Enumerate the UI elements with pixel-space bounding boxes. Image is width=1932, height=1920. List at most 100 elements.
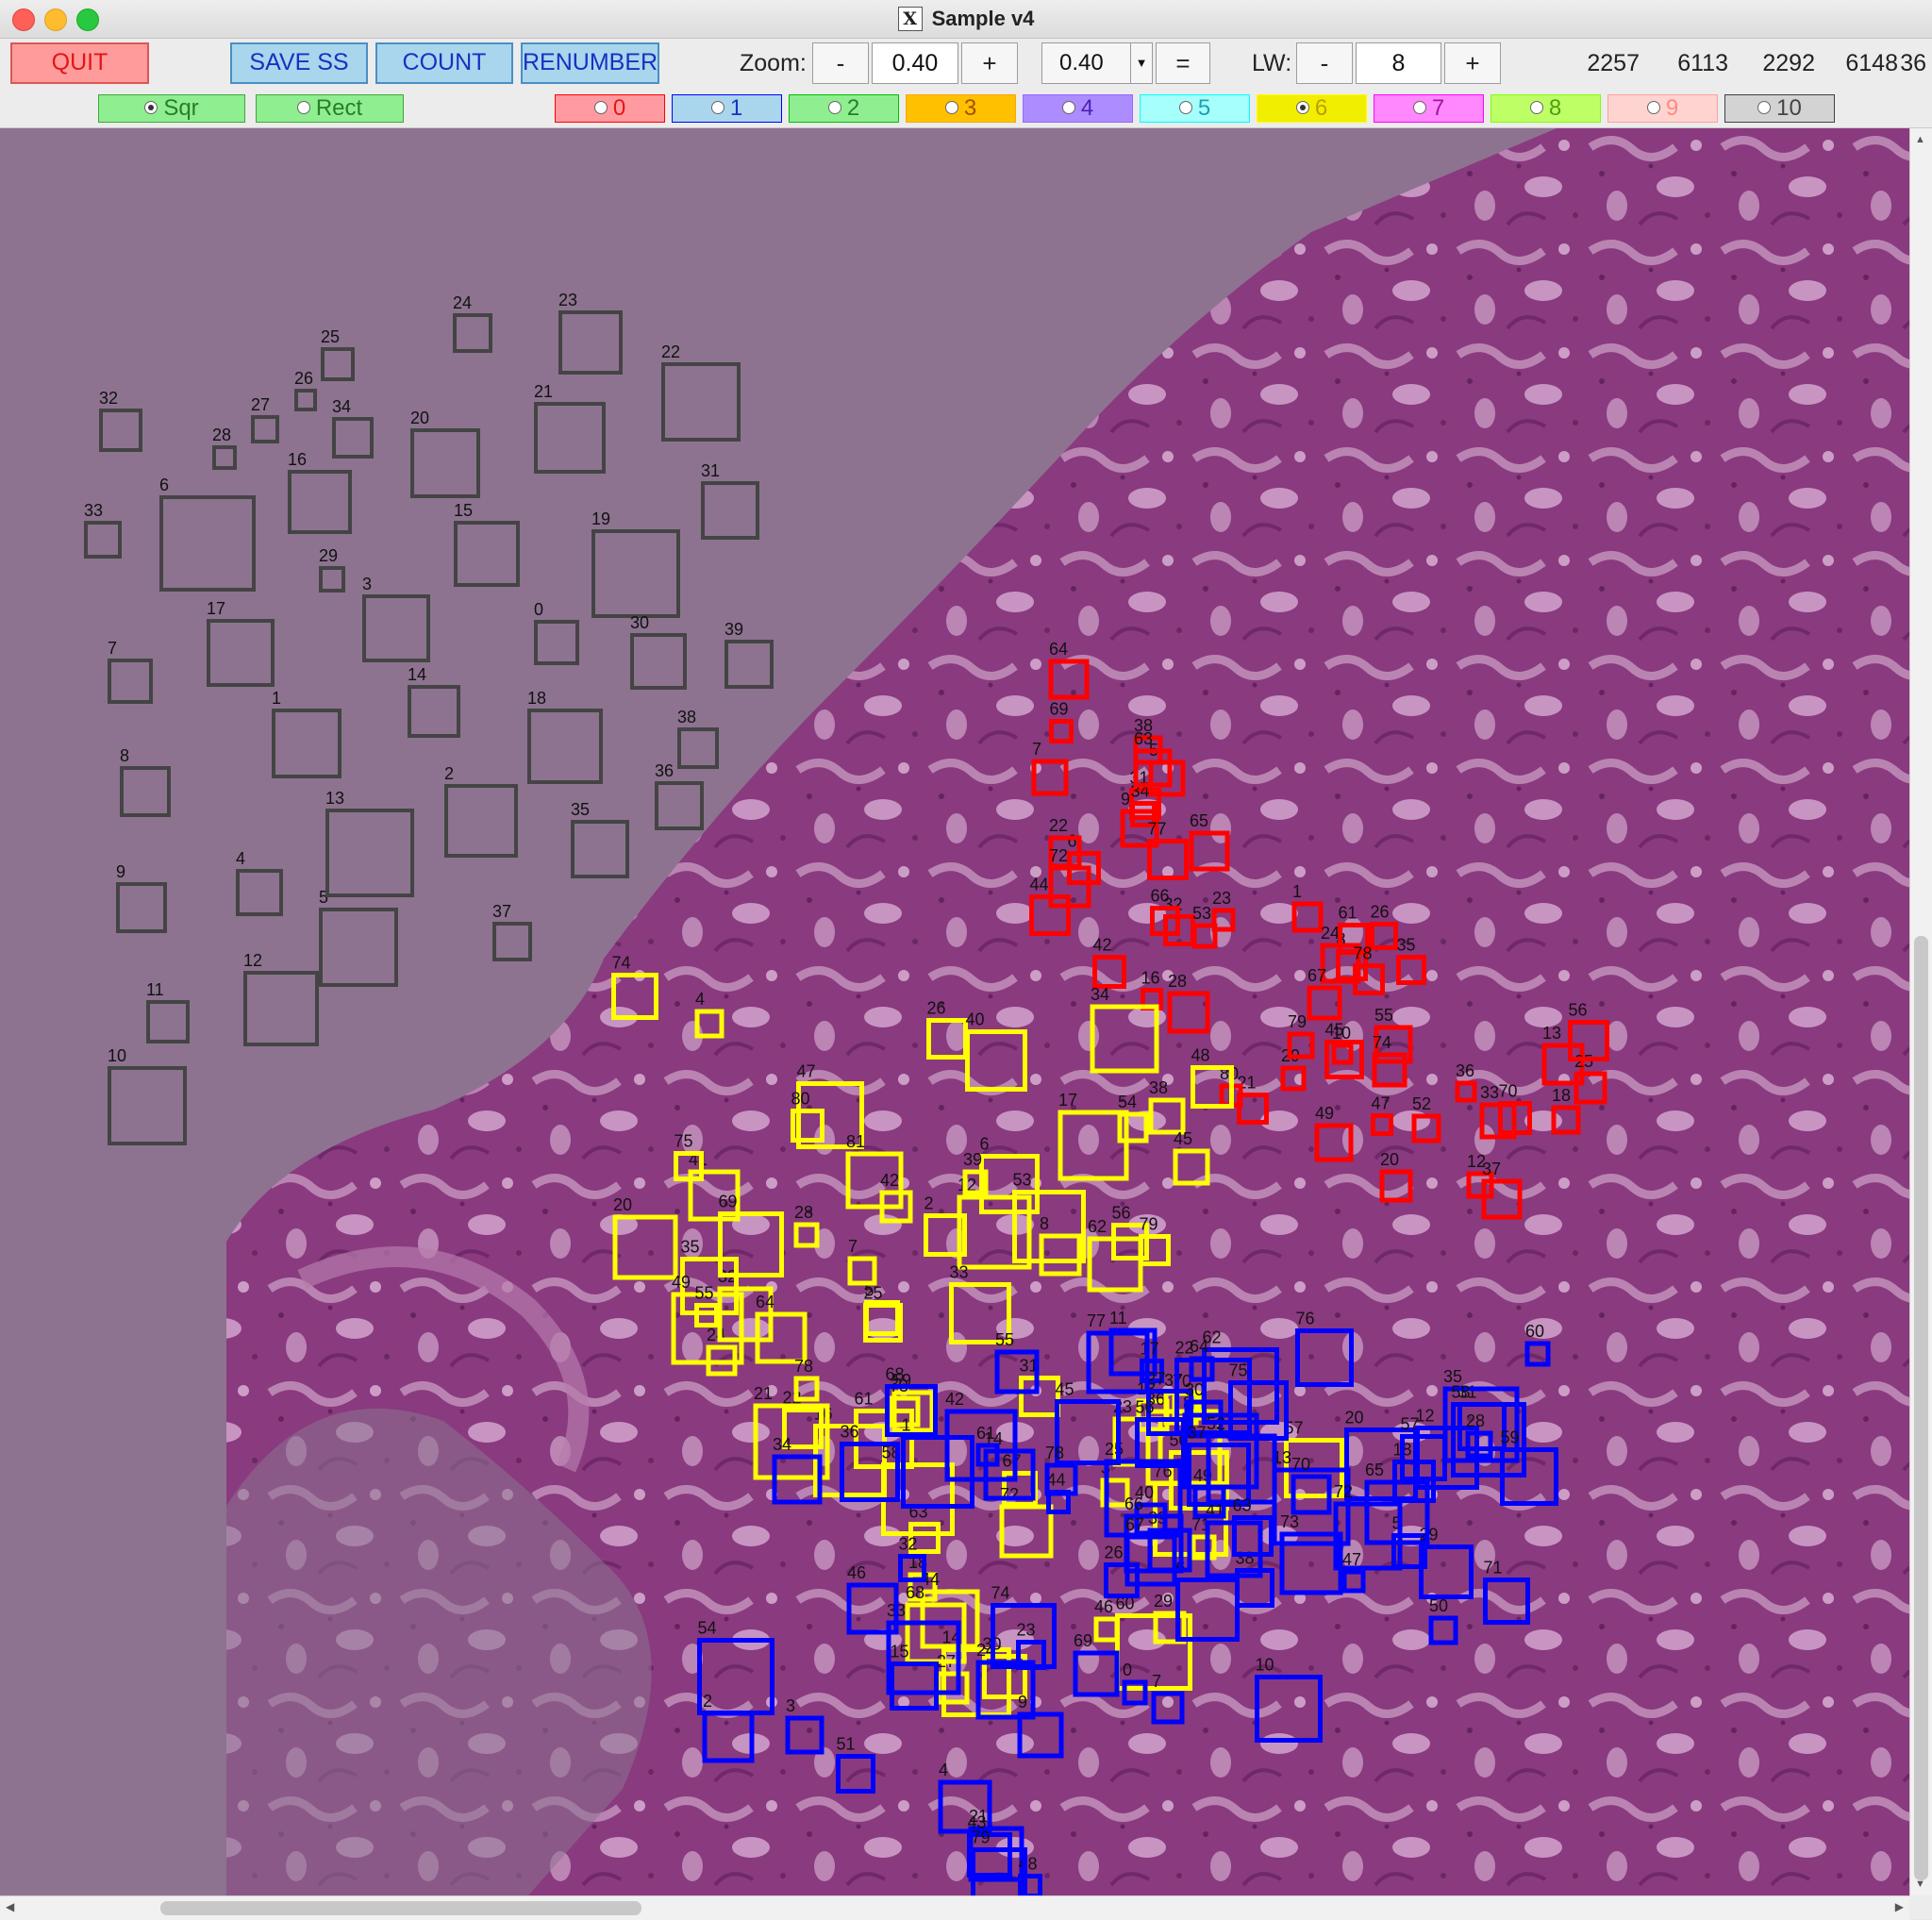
scroll-down-arrow-icon[interactable]: ▼ — [1915, 1878, 1925, 1890]
annotation-box-label: 17 — [207, 599, 225, 618]
annotation-box-label: 1 — [1292, 882, 1302, 901]
annotation-box-label: 44 — [1030, 876, 1049, 894]
annotation-box-label: 67 — [1125, 1515, 1144, 1534]
class-radio-8[interactable]: 8 — [1491, 94, 1601, 123]
class-radio-label: 9 — [1665, 95, 1679, 121]
annotation-box-label: 37 — [1482, 1160, 1501, 1178]
box-size-readout: 36 — [1900, 50, 1926, 76]
image-canvas[interactable]: 0 1 2 3 4 5 6 7 8 9 10 11 12 13 14 15 16 17 18 19 20 21 22 23 24… — [0, 128, 1909, 1895]
shape-radio-label: Sqr — [163, 95, 199, 121]
title-bar: X Sample v4 — [0, 0, 1932, 39]
annotation-box-label: 7 — [848, 1237, 858, 1256]
annotation-box-label: 50 — [1429, 1596, 1448, 1615]
chevron-down-icon[interactable]: ▼ — [1130, 43, 1152, 83]
radio-indicator-icon — [144, 101, 158, 114]
annotation-box-label: 20 — [613, 1195, 632, 1214]
annotation-box-label: 71 — [1484, 1559, 1503, 1578]
annotation-box-label: 11 — [146, 980, 164, 999]
class-radio-5[interactable]: 5 — [1140, 94, 1250, 123]
class-radio-3[interactable]: 3 — [906, 94, 1016, 123]
annotation-box-label: 63 — [1134, 729, 1153, 748]
annotation-box-label: 36 — [841, 1423, 859, 1442]
class-radio-7[interactable]: 7 — [1374, 94, 1484, 123]
radio-indicator-icon — [1061, 101, 1075, 114]
quit-button[interactable]: QUIT — [10, 42, 149, 84]
vertical-scroll-thumb[interactable] — [1914, 936, 1928, 1880]
scroll-left-arrow-icon[interactable]: ◀ — [6, 1900, 14, 1913]
class-radio-1[interactable]: 1 — [672, 94, 782, 123]
vertical-scrollbar[interactable]: ▲ ▼ — [1909, 128, 1932, 1895]
class-radio-4[interactable]: 4 — [1023, 94, 1133, 123]
toolbar: QUIT SAVE SS COUNT RENUMBER Zoom: - 0.40… — [0, 39, 1932, 128]
annotation-box-label: 23 — [1017, 1621, 1036, 1640]
annotation-box-label: 4 — [939, 1761, 948, 1779]
lw-plus-button[interactable]: + — [1444, 42, 1501, 84]
title-group: X Sample v4 — [0, 0, 1932, 38]
annotation-box-label: 34 — [332, 397, 351, 416]
annotation-box-label: 1 — [902, 1416, 911, 1435]
annotation-svg[interactable]: 0123456789101112131415161718192021222324… — [0, 128, 1909, 1895]
annotation-box-label: 76 — [1296, 1310, 1315, 1328]
annotation-box-label: 24 — [453, 293, 472, 312]
annotation-box-label: 29 — [1154, 1592, 1173, 1611]
annotation-box-label: 65 — [1190, 811, 1208, 830]
annotation-box-label: 28 — [794, 1203, 813, 1222]
shape-radio-rect[interactable]: Rect — [256, 94, 404, 123]
class-radio-label: 3 — [963, 95, 977, 121]
annotation-box-label: 20 — [1380, 1150, 1399, 1169]
scroll-up-arrow-icon[interactable]: ▲ — [1915, 134, 1925, 145]
annotation-box-label: 3 — [786, 1696, 795, 1715]
annotation-box-label: 62 — [1088, 1217, 1107, 1236]
annotation-box-label: 12 — [243, 951, 262, 970]
shape-radio-sqr[interactable]: Sqr — [98, 94, 245, 123]
save-ss-button[interactable]: SAVE SS — [230, 42, 368, 84]
annotation-box-label: 35 — [1397, 936, 1416, 955]
annotation-box-label: 69 — [1074, 1631, 1092, 1650]
annotation-box-label: 7 — [1032, 740, 1041, 759]
renumber-button[interactable]: RENUMBER — [521, 42, 659, 84]
annotation-box-label: 37 — [1188, 1424, 1207, 1443]
annotation-box-label: 73 — [1280, 1512, 1299, 1531]
annotation-box-label: 18 — [527, 689, 546, 708]
annotation-box-label: 39 — [724, 620, 743, 639]
annotation-box-label: 13 — [325, 789, 344, 808]
coord-y1: 6113 — [1677, 50, 1728, 76]
annotation-box-label: 54 — [698, 1619, 717, 1638]
class-radio-6[interactable]: 6 — [1257, 94, 1367, 123]
radio-indicator-icon — [1178, 101, 1192, 114]
lw-minus-button[interactable]: - — [1296, 42, 1353, 84]
class-radio-label: 1 — [729, 95, 743, 121]
zoom-plus-button[interactable]: + — [961, 42, 1018, 84]
annotation-box-label: 23 — [558, 291, 577, 309]
annotation-box-label: 68 — [906, 1583, 924, 1602]
annotation-box-label: 21 — [534, 382, 553, 401]
linewidth-field[interactable]: 8 — [1356, 42, 1441, 84]
annotation-box-label: 49 — [1315, 1104, 1334, 1123]
annotation-box-label: 59 — [1501, 1428, 1520, 1447]
zoom-field[interactable]: 0.40 — [872, 42, 958, 84]
count-button[interactable]: COUNT — [375, 42, 513, 84]
zoom-select[interactable]: 0.40 ▼ — [1041, 42, 1153, 84]
class-radio-label: 6 — [1314, 95, 1328, 121]
annotation-box-label: 36 — [1456, 1061, 1474, 1080]
annotation-box-label: 26 — [927, 999, 946, 1018]
annotation-box-label: 69 — [719, 1193, 738, 1211]
annotation-box-label: 14 — [408, 665, 426, 684]
annotation-box-label: 66 — [1151, 887, 1170, 906]
annotation-box-label: 3 — [362, 575, 372, 593]
horizontal-scrollbar[interactable]: ◀ ▶ — [0, 1895, 1909, 1920]
class-radio-0[interactable]: 0 — [555, 94, 665, 123]
class-radio-10[interactable]: 10 — [1724, 94, 1835, 123]
annotation-box-label: 55 — [995, 1330, 1014, 1349]
annotation-box-label: 42 — [1093, 936, 1112, 955]
horizontal-scroll-thumb[interactable] — [160, 1901, 641, 1915]
annotation-box-label: 72 — [1000, 1485, 1019, 1504]
scroll-right-arrow-icon[interactable]: ▶ — [1895, 1900, 1904, 1913]
class-radio-2[interactable]: 2 — [789, 94, 899, 123]
class-radio-9[interactable]: 9 — [1607, 94, 1718, 123]
annotation-box-label: 8 — [1040, 1214, 1049, 1233]
annotation-box-label: 7 — [1152, 1672, 1161, 1691]
zoom-apply-button[interactable]: = — [1156, 42, 1210, 84]
annotation-box-label: 58 — [1452, 1383, 1471, 1402]
zoom-minus-button[interactable]: - — [812, 42, 869, 84]
